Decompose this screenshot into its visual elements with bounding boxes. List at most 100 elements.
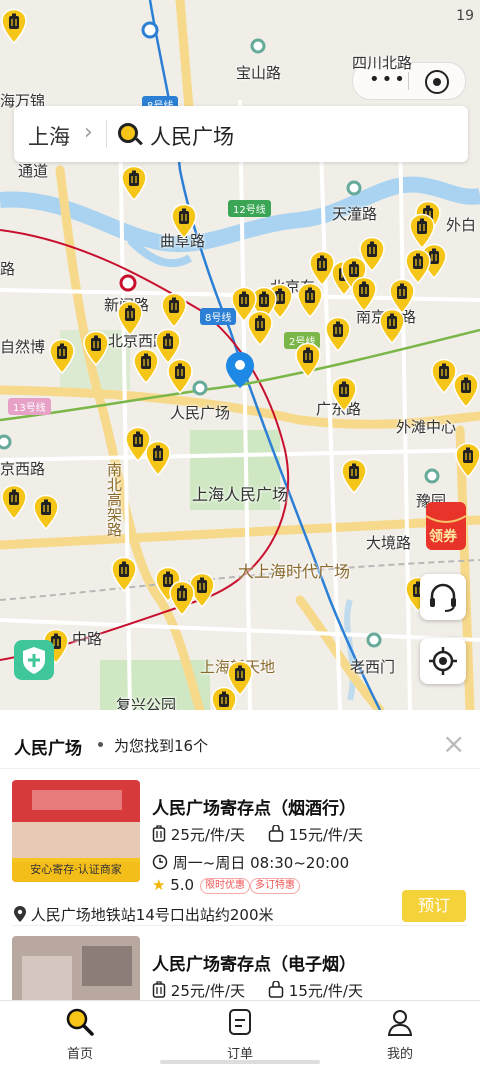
map-label: 大境路 bbox=[366, 534, 412, 552]
luggage-pin-icon[interactable] bbox=[144, 440, 172, 476]
insurance-shield-button[interactable] bbox=[14, 640, 54, 680]
results-panel: 人民广场 为您找到16个 × 安心寄存·认证商家 人民广场寄存点（烟酒行） 25… bbox=[0, 710, 480, 1000]
luggage-pin-icon[interactable] bbox=[340, 458, 368, 494]
separator-dot bbox=[98, 742, 103, 747]
promo-tag: 多订特惠 bbox=[250, 878, 300, 894]
locate-me-button[interactable] bbox=[420, 638, 466, 684]
results-count: 为您找到16个 bbox=[114, 737, 209, 755]
customer-service-button[interactable] bbox=[420, 574, 466, 620]
small-price-text: 15元/件/天 bbox=[288, 982, 363, 1000]
search-query[interactable]: 人民广场 bbox=[150, 121, 234, 151]
clock-icon bbox=[152, 854, 168, 870]
map-label: 外滩中心 bbox=[396, 418, 457, 436]
luggage-pin-icon[interactable] bbox=[452, 372, 480, 408]
luggage-pin-icon[interactable] bbox=[0, 8, 28, 44]
luggage-pin-icon[interactable] bbox=[350, 276, 378, 312]
luggage-pin-icon[interactable] bbox=[120, 165, 148, 201]
map-label: 人民广场 bbox=[170, 404, 231, 422]
close-icon[interactable]: × bbox=[442, 730, 465, 758]
user-icon bbox=[387, 1010, 413, 1036]
map-label: 自然博 bbox=[0, 338, 46, 356]
bag-icon bbox=[268, 824, 284, 842]
luggage-pin-icon[interactable] bbox=[296, 282, 324, 318]
rating-value: 5.0 bbox=[170, 876, 195, 894]
small-price-text: 15元/件/天 bbox=[288, 826, 363, 844]
luggage-pin-icon[interactable] bbox=[82, 330, 110, 366]
metro-line-badge: 12号线 bbox=[228, 200, 271, 217]
chevron-right-icon: › bbox=[84, 120, 93, 145]
map-label: 中路 bbox=[72, 630, 103, 648]
luggage-pin-icon[interactable] bbox=[294, 342, 322, 378]
big-price-text: 25元/件/天 bbox=[170, 982, 245, 1000]
map-label: 京西路 bbox=[0, 460, 46, 478]
location-pin-icon bbox=[14, 906, 26, 922]
home-indicator bbox=[160, 1060, 320, 1064]
suitcase-icon bbox=[152, 981, 166, 998]
map-label: 路 bbox=[0, 260, 16, 278]
coupon-red-packet[interactable]: 领券 bbox=[424, 498, 472, 554]
close-program-icon[interactable] bbox=[425, 70, 449, 94]
search-bar[interactable]: 上海 › 人民广场 bbox=[14, 106, 468, 162]
book-button[interactable]: 预订 bbox=[402, 890, 466, 922]
map-label: 老西门 bbox=[350, 658, 396, 676]
luggage-pin-icon[interactable] bbox=[0, 484, 28, 520]
luggage-pin-icon[interactable] bbox=[160, 292, 188, 328]
results-location: 人民广场 bbox=[14, 739, 82, 759]
map-label: 复兴公园 bbox=[116, 696, 177, 710]
luggage-pin-icon[interactable] bbox=[210, 686, 238, 710]
luggage-pin-icon[interactable] bbox=[246, 310, 274, 346]
shield-icon bbox=[23, 647, 45, 674]
bottom-tab-bar: 首页 订单 我的 bbox=[0, 1000, 480, 1067]
store-rating: ★ 5.0 bbox=[152, 876, 194, 894]
luggage-pin-icon[interactable] bbox=[32, 494, 60, 530]
status-bar: 19 bbox=[0, 0, 480, 28]
map-label: 天潼路 bbox=[332, 205, 378, 223]
big-price-text: 25元/件/天 bbox=[170, 826, 245, 844]
store-photo bbox=[12, 936, 140, 1000]
results-header: 人民广场 为您找到16个 × bbox=[0, 710, 480, 769]
map-label: 宝山路 bbox=[236, 64, 282, 82]
store-hours: 周一~周日 08:30~20:00 bbox=[152, 852, 349, 873]
current-location-icon bbox=[226, 352, 254, 392]
map-label: 南北高架路 bbox=[105, 462, 123, 537]
luggage-pin-icon[interactable] bbox=[330, 376, 358, 412]
luggage-pin-icon[interactable] bbox=[116, 300, 144, 336]
luggage-pin-icon[interactable] bbox=[378, 308, 406, 344]
store-card[interactable]: 人民广场寄存点（电子烟） 25元/件/天 15元/件/天 bbox=[0, 936, 480, 1000]
coupon-label: 领券 bbox=[429, 529, 457, 545]
luggage-pin-icon[interactable] bbox=[132, 348, 160, 384]
luggage-pin-icon[interactable] bbox=[170, 203, 198, 239]
metro-line-badge: 13号线 bbox=[8, 398, 51, 415]
tab-mine-label: 我的 bbox=[386, 1047, 413, 1062]
map[interactable]: 19 ••• 宝山路 四川北路 海万锦 通道 曲阜路 天潼路 外白 路 新闸路 … bbox=[0, 0, 480, 710]
tab-mine[interactable]: 我的 bbox=[360, 1007, 440, 1062]
order-icon bbox=[229, 1009, 251, 1035]
search-icon bbox=[118, 123, 138, 143]
star-icon: ★ bbox=[152, 876, 166, 894]
tab-orders[interactable]: 订单 bbox=[200, 1007, 280, 1062]
search-divider bbox=[106, 120, 107, 148]
headset-icon bbox=[430, 583, 456, 612]
luggage-pin-icon[interactable] bbox=[166, 358, 194, 394]
status-time: 19 bbox=[456, 8, 474, 24]
map-label: 上海人民广场 bbox=[192, 485, 289, 504]
bag-icon bbox=[268, 980, 284, 998]
luggage-pin-icon[interactable] bbox=[454, 442, 480, 478]
map-label: 外白 bbox=[446, 216, 477, 234]
luggage-pin-icon[interactable] bbox=[324, 316, 352, 352]
map-label: 大上海时代广场 bbox=[238, 562, 351, 581]
luggage-pin-icon[interactable] bbox=[168, 580, 196, 616]
city-selector[interactable]: 上海 bbox=[28, 121, 70, 151]
capsule-divider bbox=[408, 72, 409, 90]
store-card[interactable]: 安心寄存·认证商家 人民广场寄存点（烟酒行） 25元/件/天 15元/件/天 周… bbox=[0, 780, 480, 930]
address-text: 人民广场地铁站14号口出站约200米 bbox=[30, 906, 274, 924]
hours-text: 周一~周日 08:30~20:00 bbox=[172, 854, 350, 872]
locate-icon bbox=[429, 647, 457, 675]
store-photo: 安心寄存·认证商家 bbox=[12, 780, 140, 882]
tab-home[interactable]: 首页 bbox=[40, 1007, 120, 1062]
small-luggage-price: 15元/件/天 bbox=[268, 980, 363, 1000]
store-name: 人民广场寄存点（烟酒行） bbox=[152, 799, 356, 819]
luggage-pin-icon[interactable] bbox=[48, 338, 76, 374]
luggage-pin-icon[interactable] bbox=[110, 556, 138, 592]
small-luggage-price: 15元/件/天 bbox=[268, 824, 363, 845]
